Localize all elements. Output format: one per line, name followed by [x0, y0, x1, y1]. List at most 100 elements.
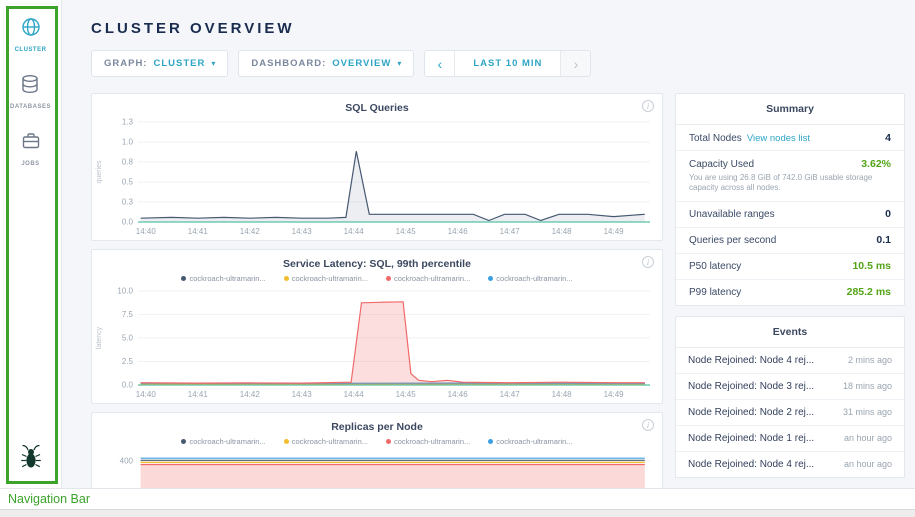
legend-item: cockroach-ultramarin...	[386, 437, 470, 446]
view-nodes-link[interactable]: View nodes list	[747, 133, 810, 144]
svg-text:5.0: 5.0	[122, 334, 134, 343]
cockroachdb-admin-ui: CLUSTER DATABASES	[0, 0, 915, 489]
service-latency-chart: 0.02.55.07.510.014:4014:4114:4214:4314:4…	[92, 285, 662, 403]
legend-item: cockroach-ultramarin...	[386, 274, 470, 283]
screenshot-root: CLUSTER DATABASES	[0, 0, 915, 517]
svg-text:14:40: 14:40	[136, 227, 157, 236]
svg-text:14:46: 14:46	[448, 227, 469, 236]
legend-dot-icon	[488, 276, 493, 281]
info-icon[interactable]: i	[642, 100, 654, 112]
svg-text:14:45: 14:45	[396, 227, 417, 236]
events-panel: Events Node Rejoined: Node 4 rej... 2 mi…	[675, 316, 905, 478]
cockroachdb-logo	[18, 443, 44, 476]
legend-dot-icon	[284, 276, 289, 281]
summary-value: 10.5 ms	[852, 260, 891, 272]
chart-card-replicas-per-node: Replicas per Node i cockroach-ultramarin…	[91, 412, 663, 489]
cluster-icon	[20, 16, 42, 43]
svg-text:10.0: 10.0	[117, 287, 133, 296]
annotation-label: Navigation Bar	[8, 492, 90, 506]
sidebar-item-cluster[interactable]: CLUSTER	[15, 16, 47, 53]
svg-text:14:46: 14:46	[448, 390, 469, 399]
sidebar-item-label: JOBS	[21, 161, 39, 167]
svg-text:14:48: 14:48	[552, 227, 573, 236]
summary-value: 285.2 ms	[847, 286, 891, 298]
svg-text:1.3: 1.3	[122, 118, 134, 127]
event-row: Node Rejoined: Node 3 rej... 18 mins ago	[676, 374, 904, 400]
svg-text:7.5: 7.5	[122, 310, 134, 319]
svg-text:14:47: 14:47	[500, 227, 521, 236]
events-header: Events	[676, 317, 904, 348]
time-next-button[interactable]: ›	[560, 51, 590, 76]
summary-panel: Summary Total Nodes View nodes list 4 Ca…	[675, 93, 905, 306]
svg-text:0.3: 0.3	[122, 198, 134, 207]
summary-row-capacity: Capacity Used 3.62% You are using 26.8 G…	[676, 151, 904, 202]
svg-text:14:43: 14:43	[292, 227, 313, 236]
graph-dropdown[interactable]: GRAPH: CLUSTER ▾	[91, 50, 228, 77]
sql-queries-chart: 0.00.30.50.81.01.314:4014:4114:4214:4314…	[92, 116, 662, 240]
sidebar-item-databases[interactable]: DATABASES	[10, 73, 51, 110]
chart-legend: cockroach-ultramarin... cockroach-ultram…	[92, 437, 662, 446]
chart-legend: cockroach-ultramarin... cockroach-ultram…	[92, 274, 662, 283]
summary-value: 4	[885, 132, 891, 144]
sidebar-item-jobs[interactable]: JOBS	[20, 130, 42, 167]
time-range-label[interactable]: LAST 10 MIN	[455, 51, 560, 76]
svg-text:queries: queries	[96, 160, 103, 183]
summary-row-total-nodes: Total Nodes View nodes list 4	[676, 125, 904, 151]
legend-item: cockroach-ultramarin...	[181, 437, 265, 446]
navigation-bar: CLUSTER DATABASES	[0, 0, 62, 488]
chevron-down-icon: ▾	[211, 59, 215, 68]
info-icon[interactable]: i	[642, 419, 654, 431]
svg-text:14:41: 14:41	[188, 227, 209, 236]
svg-text:1.0: 1.0	[122, 138, 134, 147]
legend-dot-icon	[488, 439, 493, 444]
chart-title: Service Latency: SQL, 99th percentile	[92, 250, 662, 270]
main-content: CLUSTER OVERVIEW GRAPH: CLUSTER ▾ DASHBO…	[62, 0, 915, 488]
svg-text:0.5: 0.5	[122, 178, 134, 187]
summary-row-p50: P50 latency 10.5 ms	[676, 254, 904, 280]
summary-row-unavailable-ranges: Unavailable ranges 0	[676, 202, 904, 228]
content-row: SQL Queries i 0.00.30.50.81.01.314:4014:…	[91, 93, 905, 489]
svg-text:2.5: 2.5	[122, 357, 134, 366]
summary-row-p99: P99 latency 285.2 ms	[676, 280, 904, 305]
controls-row: GRAPH: CLUSTER ▾ DASHBOARD: OVERVIEW ▾ ‹…	[91, 50, 905, 77]
svg-text:14:40: 14:40	[136, 390, 157, 399]
summary-header: Summary	[676, 94, 904, 125]
svg-text:14:48: 14:48	[552, 390, 573, 399]
legend-dot-icon	[181, 276, 186, 281]
event-row: Node Rejoined: Node 2 rej... 31 mins ago	[676, 400, 904, 426]
charts-column: SQL Queries i 0.00.30.50.81.01.314:4014:…	[91, 93, 663, 489]
dashboard-dropdown-label: DASHBOARD:	[251, 58, 326, 69]
svg-text:14:42: 14:42	[240, 227, 261, 236]
dashboard-dropdown-value: OVERVIEW	[332, 58, 391, 69]
legend-item: cockroach-ultramarin...	[488, 274, 572, 283]
chart-card-service-latency: Service Latency: SQL, 99th percentile i …	[91, 249, 663, 404]
right-sidebar: Summary Total Nodes View nodes list 4 Ca…	[675, 93, 905, 478]
legend-dot-icon	[386, 439, 391, 444]
graph-dropdown-value: CLUSTER	[153, 58, 205, 69]
chart-title: Replicas per Node	[92, 413, 662, 433]
svg-text:0.0: 0.0	[122, 218, 134, 227]
svg-text:14:47: 14:47	[500, 390, 521, 399]
event-row: Node Rejoined: Node 4 rej... an hour ago	[676, 452, 904, 477]
svg-text:400: 400	[120, 457, 134, 466]
legend-item: cockroach-ultramarin...	[181, 274, 265, 283]
summary-value: 0.1	[876, 234, 891, 246]
legend-dot-icon	[181, 439, 186, 444]
svg-text:14:42: 14:42	[240, 390, 261, 399]
summary-value: 3.62%	[861, 158, 891, 170]
legend-item: cockroach-ultramarin...	[284, 274, 368, 283]
event-row: Node Rejoined: Node 1 rej... an hour ago	[676, 426, 904, 452]
page-title: CLUSTER OVERVIEW	[91, 20, 905, 37]
chart-title: SQL Queries	[92, 94, 662, 114]
dashboard-dropdown[interactable]: DASHBOARD: OVERVIEW ▾	[238, 50, 414, 77]
time-prev-button[interactable]: ‹	[425, 51, 455, 76]
svg-text:14:44: 14:44	[344, 390, 365, 399]
svg-text:14:43: 14:43	[292, 390, 313, 399]
svg-text:14:41: 14:41	[188, 390, 209, 399]
svg-text:14:49: 14:49	[604, 227, 625, 236]
summary-row-qps: Queries per second 0.1	[676, 228, 904, 254]
replicas-per-node-chart: 400	[92, 448, 662, 489]
time-range-selector: ‹ LAST 10 MIN ›	[424, 50, 591, 77]
info-icon[interactable]: i	[642, 256, 654, 268]
graph-dropdown-label: GRAPH:	[104, 58, 147, 69]
